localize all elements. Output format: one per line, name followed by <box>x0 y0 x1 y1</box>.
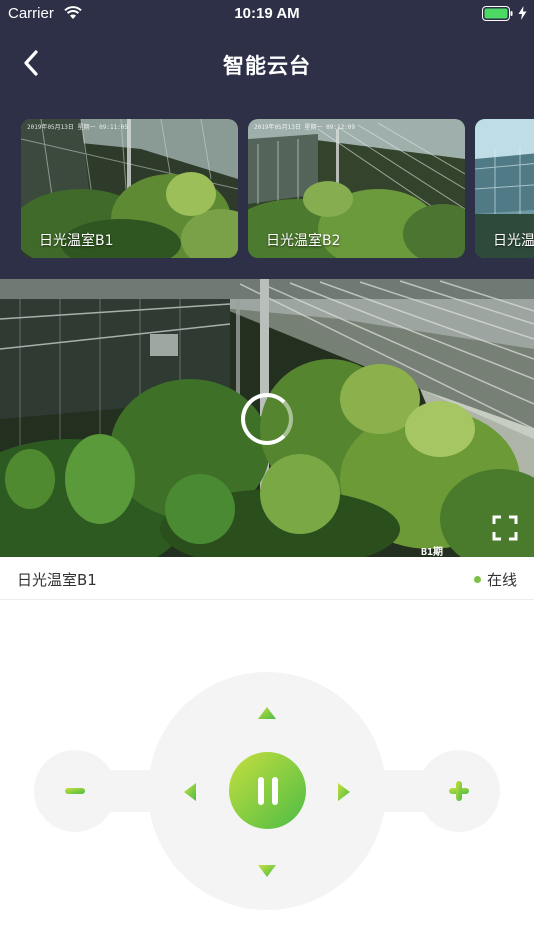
tilt-down-button[interactable] <box>247 854 287 888</box>
nav-bar: 智能云台 <box>0 38 534 88</box>
arrow-left-icon <box>184 783 196 801</box>
fullscreen-icon[interactable] <box>492 515 518 541</box>
pause-icon <box>257 776 278 805</box>
video-overlay-text: B1期 <box>421 547 444 557</box>
ptz-control-pad <box>0 600 534 950</box>
arrow-right-icon <box>338 783 350 801</box>
status-badge: 在线 <box>473 569 517 590</box>
camera-info-row: 日光温室B1 在线 <box>0 557 534 600</box>
camera-thumbnail-b3[interactable]: 日光温 <box>475 119 534 258</box>
camera-thumbnail-strip[interactable]: 2019年05月13日 星期一 09:11:05 日光温室B1 2019年05月… <box>0 119 534 258</box>
charge-icon <box>518 6 527 20</box>
pause-button[interactable] <box>229 752 306 829</box>
status-label: 在线 <box>486 571 517 589</box>
status-bar: Carrier 10:19 AM <box>0 0 534 28</box>
zoom-in-button[interactable] <box>439 771 479 811</box>
camera-thumbnail-label: 日光温室B1 <box>39 233 114 249</box>
camera-thumbnail-label: 日光温室B2 <box>266 233 341 249</box>
camera-thumbnail-timestamp: 2019年05月13日 星期一 09:12:09 <box>254 124 356 131</box>
pan-right-button[interactable] <box>326 774 362 810</box>
pan-left-button[interactable] <box>172 774 208 810</box>
zoom-out-icon <box>65 788 85 794</box>
arrow-up-icon <box>258 707 276 719</box>
battery-icon <box>482 6 513 21</box>
tilt-up-button[interactable] <box>247 696 287 730</box>
loading-ring <box>241 393 293 445</box>
zoom-out-button[interactable] <box>55 771 95 811</box>
camera-thumbnail-label: 日光温 <box>493 233 534 249</box>
camera-name: 日光温室B1 <box>17 571 97 589</box>
camera-thumbnail-b2[interactable]: 2019年05月13日 星期一 09:12:09 日光温室B2 <box>248 119 465 258</box>
arrow-down-icon <box>258 865 276 877</box>
page-title: 智能云台 <box>223 54 311 78</box>
zoom-in-icon <box>449 781 469 801</box>
status-dot <box>473 576 481 583</box>
live-video-view[interactable]: B1期 <box>0 279 534 557</box>
clock: 10:19 AM <box>234 5 300 22</box>
camera-thumbnail-b1[interactable]: 2019年05月13日 星期一 09:11:05 日光温室B1 <box>21 119 238 258</box>
header: Carrier 10:19 AM 智能云台 2019年05月13日 星期一 09… <box>0 0 534 279</box>
camera-thumbnail-timestamp: 2019年05月13日 星期一 09:11:05 <box>27 124 129 131</box>
